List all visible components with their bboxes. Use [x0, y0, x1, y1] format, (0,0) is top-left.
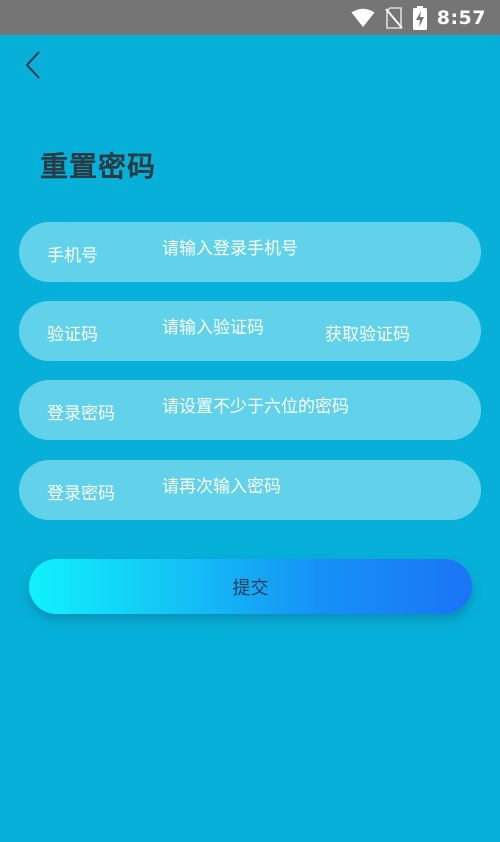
password-confirm-input[interactable] — [162, 460, 462, 520]
back-button[interactable] — [18, 50, 48, 84]
code-field: 验证码 获取验证码 — [19, 301, 481, 361]
sim-off-icon — [385, 6, 403, 29]
battery-charging-icon — [412, 5, 427, 30]
chevron-left-icon — [24, 50, 42, 84]
password-field: 登录密码 — [19, 380, 481, 440]
page-title: 重置密码 — [40, 150, 157, 183]
phone-input[interactable] — [162, 222, 362, 282]
password-label: 登录密码 — [47, 403, 115, 424]
phone-label: 手机号 — [47, 245, 98, 266]
code-label: 验证码 — [47, 324, 98, 345]
status-bar: 8:57 — [0, 0, 500, 35]
get-code-button[interactable]: 获取验证码 — [325, 320, 410, 345]
code-input[interactable] — [162, 301, 312, 361]
password-input[interactable] — [162, 380, 462, 440]
clock: 8:57 — [436, 6, 486, 29]
submit-button[interactable]: 提交 — [29, 559, 472, 614]
password-confirm-field: 登录密码 — [19, 460, 481, 520]
phone-field: 手机号 — [19, 222, 481, 282]
password-confirm-label: 登录密码 — [47, 483, 115, 504]
wifi-icon — [351, 8, 375, 28]
